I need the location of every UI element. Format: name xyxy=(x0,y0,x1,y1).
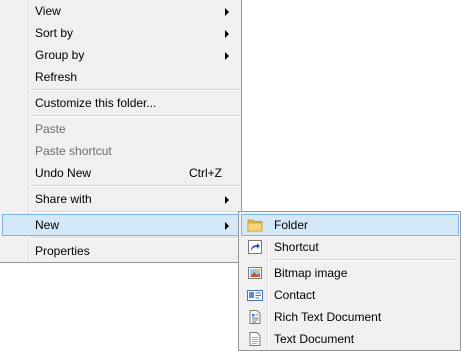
menu-separator xyxy=(30,185,240,187)
menu-item-shortcut: Ctrl+Z xyxy=(189,166,222,180)
submenu-item-text-document[interactable]: Text Document xyxy=(241,328,459,350)
context-menu: View Sort by Group by Refresh Customize … xyxy=(0,0,242,263)
submenu-item-contact[interactable]: Contact xyxy=(241,284,459,306)
menu-item-label: Group by xyxy=(35,48,85,62)
submenu-item-shortcut[interactable]: Shortcut xyxy=(241,236,459,258)
menu-separator xyxy=(30,211,240,213)
menu-item-paste-shortcut: Paste shortcut xyxy=(2,140,239,162)
submenu-item-label: Rich Text Document xyxy=(274,310,382,324)
menu-separator xyxy=(30,89,240,91)
submenu-item-bitmap-image[interactable]: Bitmap image xyxy=(241,262,459,284)
submenu-item-label: Contact xyxy=(274,288,316,302)
submenu-item-label: Text Document xyxy=(274,332,355,346)
menu-item-undo-new[interactable]: Undo New Ctrl+Z xyxy=(2,162,239,184)
menu-item-label: Properties xyxy=(35,244,90,258)
menu-item-label: Paste xyxy=(35,122,66,136)
bitmap-image-icon xyxy=(248,267,262,279)
menu-item-label: Sort by xyxy=(35,26,74,40)
new-submenu: Folder Shortcut Bitmap image Contact Ric… xyxy=(238,211,461,351)
menu-item-label: Customize this folder... xyxy=(35,96,157,110)
submenu-arrow-icon xyxy=(225,222,229,230)
menu-separator xyxy=(269,259,457,261)
menu-item-refresh[interactable]: Refresh xyxy=(2,66,239,88)
submenu-arrow-icon xyxy=(225,8,229,16)
submenu-item-folder[interactable]: Folder xyxy=(241,214,459,236)
submenu-arrow-icon xyxy=(225,30,229,38)
menu-item-label: Refresh xyxy=(35,70,78,84)
rich-text-document-icon xyxy=(249,310,261,324)
submenu-arrow-icon xyxy=(225,52,229,60)
menu-item-label: Paste shortcut xyxy=(35,144,112,158)
shortcut-icon xyxy=(248,240,262,254)
text-document-icon xyxy=(249,332,261,346)
menu-item-sort-by[interactable]: Sort by xyxy=(2,22,239,44)
submenu-item-label: Folder xyxy=(274,218,309,232)
menu-item-label: View xyxy=(35,4,61,18)
menu-item-label: Undo New xyxy=(35,166,92,180)
desktop-background: View Sort by Group by Refresh Customize … xyxy=(0,0,461,351)
submenu-arrow-icon xyxy=(225,196,229,204)
menu-separator xyxy=(30,237,240,239)
menu-item-properties[interactable]: Properties xyxy=(2,240,239,262)
menu-separator xyxy=(30,115,240,117)
submenu-item-label: Shortcut xyxy=(274,240,319,254)
submenu-item-label: Bitmap image xyxy=(274,266,348,280)
menu-item-view[interactable]: View xyxy=(2,0,239,22)
submenu-item-rich-text-document[interactable]: Rich Text Document xyxy=(241,306,459,328)
folder-icon xyxy=(247,219,263,232)
menu-item-group-by[interactable]: Group by xyxy=(2,44,239,66)
menu-item-customize-folder[interactable]: Customize this folder... xyxy=(2,92,239,114)
menu-item-paste: Paste xyxy=(2,118,239,140)
contact-card-icon xyxy=(247,290,263,301)
menu-item-label: New xyxy=(35,218,60,232)
menu-item-label: Share with xyxy=(35,192,92,206)
menu-item-new[interactable]: New xyxy=(2,214,239,236)
menu-item-share-with[interactable]: Share with xyxy=(2,188,239,210)
